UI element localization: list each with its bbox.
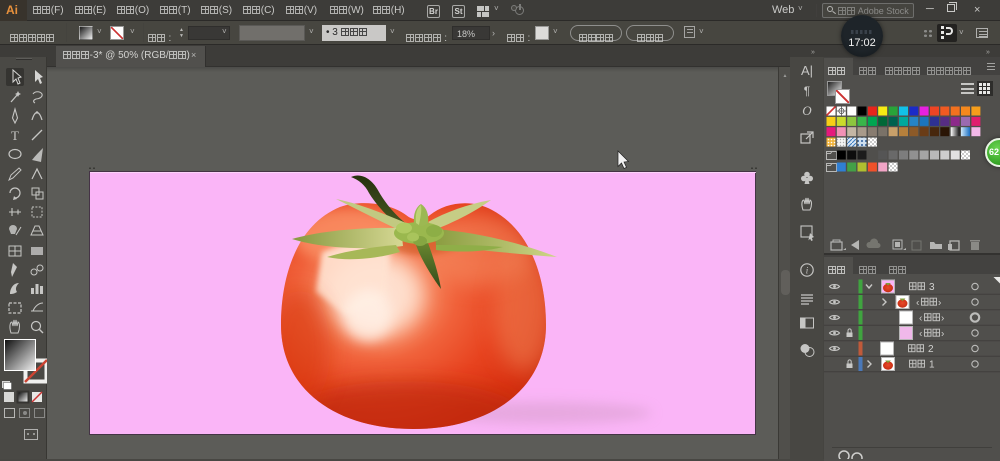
svg-text:T: T bbox=[11, 128, 19, 143]
svg-text:›: › bbox=[941, 329, 944, 340]
svg-text:›: › bbox=[938, 298, 941, 309]
svg-text:3: 3 bbox=[929, 282, 935, 293]
svg-text:¶: ¶ bbox=[804, 84, 810, 98]
svg-text:2: 2 bbox=[928, 344, 934, 355]
svg-text:‹: ‹ bbox=[916, 298, 919, 309]
svg-text:‹: ‹ bbox=[919, 313, 922, 324]
svg-text:1: 1 bbox=[929, 360, 935, 371]
svg-text:‹: ‹ bbox=[919, 329, 922, 340]
svg-text:O: O bbox=[802, 103, 812, 118]
svg-text:i: i bbox=[806, 266, 809, 276]
svg-text:A|: A| bbox=[801, 63, 813, 78]
svg-text:›: › bbox=[941, 313, 944, 324]
